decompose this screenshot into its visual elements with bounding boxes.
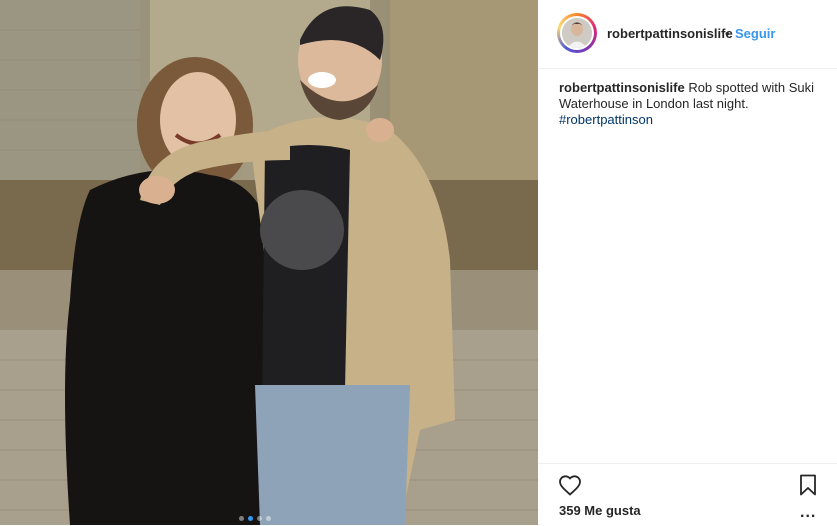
carousel-dot [266, 516, 271, 521]
caption-hashtag[interactable]: #robertpattinson [559, 112, 653, 128]
instagram-post: robertpattinsonislife • Seguir robertpat… [0, 0, 837, 525]
post-caption: robertpattinsonislife Rob spotted with S… [559, 80, 821, 128]
post-photo[interactable] [0, 0, 538, 525]
avatar-image [562, 18, 592, 48]
post-photo-illustration [0, 0, 538, 525]
likes-count[interactable]: 359 Me gusta [559, 503, 641, 518]
caption-username[interactable]: robertpattinsonislife [559, 80, 685, 95]
bookmark-icon-glyph [800, 474, 816, 496]
more-options-icon[interactable]: ... [800, 504, 816, 522]
header-username[interactable]: robertpattinsonislife [607, 26, 733, 41]
header-separator: • [725, 26, 730, 41]
carousel-indicator [239, 516, 271, 521]
carousel-dot [257, 516, 262, 521]
carousel-dot-active [248, 516, 253, 521]
bookmark-icon[interactable] [799, 474, 817, 496]
follow-button[interactable]: Seguir [735, 26, 775, 41]
heart-icon-glyph [559, 475, 581, 496]
post-side-panel: robertpattinsonislife • Seguir robertpat… [538, 0, 837, 525]
avatar[interactable] [557, 13, 597, 53]
post-header: robertpattinsonislife • Seguir [538, 0, 837, 69]
avatar-frame [560, 16, 594, 50]
heart-icon[interactable] [558, 474, 582, 496]
carousel-dot [239, 516, 244, 521]
avatar-illustration [562, 18, 592, 48]
post-actions: 359 Me gusta ... [538, 463, 837, 526]
